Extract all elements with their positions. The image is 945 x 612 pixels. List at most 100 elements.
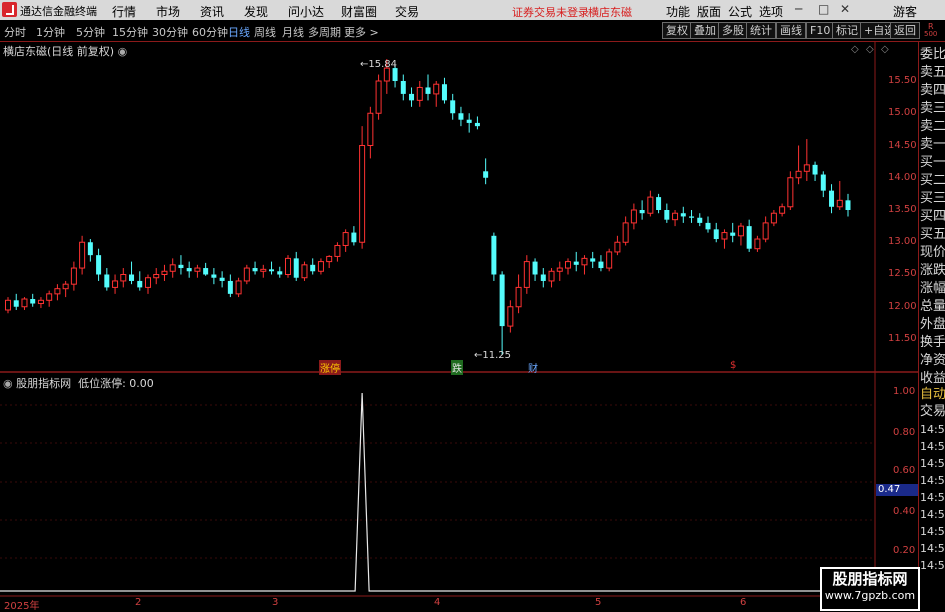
candle-body [211, 274, 217, 278]
candle-body [730, 232, 736, 236]
candle-body [606, 251, 613, 269]
candle-body [656, 197, 662, 210]
candle-body [556, 267, 563, 272]
sidebar-item[interactable]: 卖五 [920, 65, 945, 81]
price-tick: 15.00 [888, 107, 917, 118]
candle-body [169, 264, 176, 272]
x-tick: 6 [740, 597, 747, 608]
event-limit-up[interactable]: 涨停 [319, 360, 341, 375]
x-tick: 2025年 [4, 601, 40, 612]
candle-body [137, 280, 143, 288]
chart-settings-icon[interactable]: ◉ [118, 45, 128, 58]
sidebar-item[interactable]: 涨跌 [920, 263, 945, 279]
max-price-label: ←15.84 [360, 59, 398, 70]
candle-body [5, 299, 11, 311]
candle-body [532, 261, 538, 275]
zoom-out-icon[interactable]: ◇ [881, 44, 889, 55]
candle-body [194, 267, 201, 272]
candle-body [351, 232, 357, 243]
candle-body [697, 217, 703, 223]
candle-body [483, 171, 489, 178]
candle-body [433, 83, 440, 95]
candle-body [787, 177, 794, 208]
watermark-title: 股朋指标网 [832, 570, 908, 588]
candle-body [383, 67, 390, 82]
indicator-settings-icon[interactable]: ◉ [3, 377, 13, 390]
sidebar-auto-tab[interactable]: 自动 [920, 387, 945, 403]
tick-time: 14:56 [920, 491, 945, 504]
settings-icon[interactable]: ◇ [866, 44, 874, 55]
sidebar-item[interactable]: 净资 [920, 353, 945, 369]
candle-body [235, 280, 242, 295]
indicator-tick: 0.80 [893, 427, 916, 438]
candle-body [293, 258, 299, 278]
sidebar-item[interactable]: 涨幅 [920, 281, 945, 297]
candle-body [30, 299, 36, 304]
candle-body [301, 264, 308, 279]
candle-body [573, 261, 579, 265]
candle-body [689, 216, 695, 218]
sidebar-item[interactable]: 卖三 [920, 101, 945, 117]
candle-body [829, 190, 835, 207]
candle-body [762, 222, 769, 240]
watermark-url: www.7gpzb.com [824, 589, 916, 602]
candle-body [523, 261, 530, 288]
candle-body [812, 164, 818, 175]
price-tick: 13.50 [888, 204, 917, 215]
candle-body [367, 112, 374, 146]
sidebar-item[interactable]: 买四 [920, 209, 945, 225]
sidebar-item[interactable]: 外盘 [920, 317, 945, 333]
sidebar-item[interactable]: 卖四 [920, 83, 945, 99]
sidebar-item[interactable]: 买三 [920, 191, 945, 207]
indicator-polyline [0, 392, 875, 592]
sidebar-item[interactable]: 现价 [920, 245, 945, 261]
sidebar-item[interactable]: 卖一 [920, 137, 945, 153]
candle-body [153, 274, 160, 279]
tick-time: 14:56 [920, 423, 945, 436]
candle-body [342, 232, 349, 246]
x-tick: 5 [595, 597, 602, 608]
sidebar-item[interactable]: 收益 [920, 371, 945, 387]
sidebar-trade-tab[interactable]: 交易 [920, 404, 945, 420]
candle-body [630, 209, 637, 224]
candle-body [680, 213, 686, 217]
indicator-tick: 1.00 [893, 386, 916, 397]
min-price-label: ←11.25 [474, 350, 512, 361]
candle-body [285, 257, 291, 275]
kline-chart[interactable] [0, 0, 918, 609]
candle-body [450, 100, 456, 114]
candle-body [37, 299, 44, 305]
sidebar-item[interactable]: 买二 [920, 173, 945, 189]
zoom-in-icon[interactable]: ◇ [851, 44, 859, 55]
candle-body [21, 298, 28, 308]
sidebar-item[interactable]: 委比 [920, 47, 945, 63]
indicator-tick: 0.20 [893, 545, 916, 556]
sidebar-item[interactable]: 买一 [920, 155, 945, 171]
sidebar-item[interactable]: 卖二 [920, 119, 945, 135]
candle-body [203, 268, 209, 275]
candle-body [425, 87, 431, 94]
event-finance[interactable]: 财 [528, 360, 538, 375]
candle-body [622, 222, 629, 243]
price-tick: 13.00 [888, 236, 917, 247]
candle-body [112, 280, 119, 288]
candle-body [87, 242, 93, 256]
candle-body [499, 274, 505, 327]
candle-body [779, 206, 786, 214]
candle-body [145, 277, 151, 288]
candle-body [317, 261, 324, 272]
candle-body [161, 270, 168, 275]
sidebar-item[interactable]: 买五 [920, 227, 945, 243]
price-tick: 15.50 [888, 75, 917, 86]
candle-body [227, 280, 233, 294]
event-limit-down[interactable]: 跌 [451, 360, 463, 375]
candle-body [54, 288, 61, 295]
indicator-tick: 0.60 [893, 465, 916, 476]
sidebar-item[interactable]: 总量 [920, 299, 945, 315]
candle-body [795, 170, 802, 179]
indicator-value: 低位涨停: 0.00 [78, 377, 154, 390]
tick-time: 14:56 [920, 542, 945, 555]
x-tick: 4 [434, 597, 441, 608]
sidebar-item[interactable]: 换手 [920, 335, 945, 351]
event-dividend[interactable]: $ [730, 360, 736, 371]
